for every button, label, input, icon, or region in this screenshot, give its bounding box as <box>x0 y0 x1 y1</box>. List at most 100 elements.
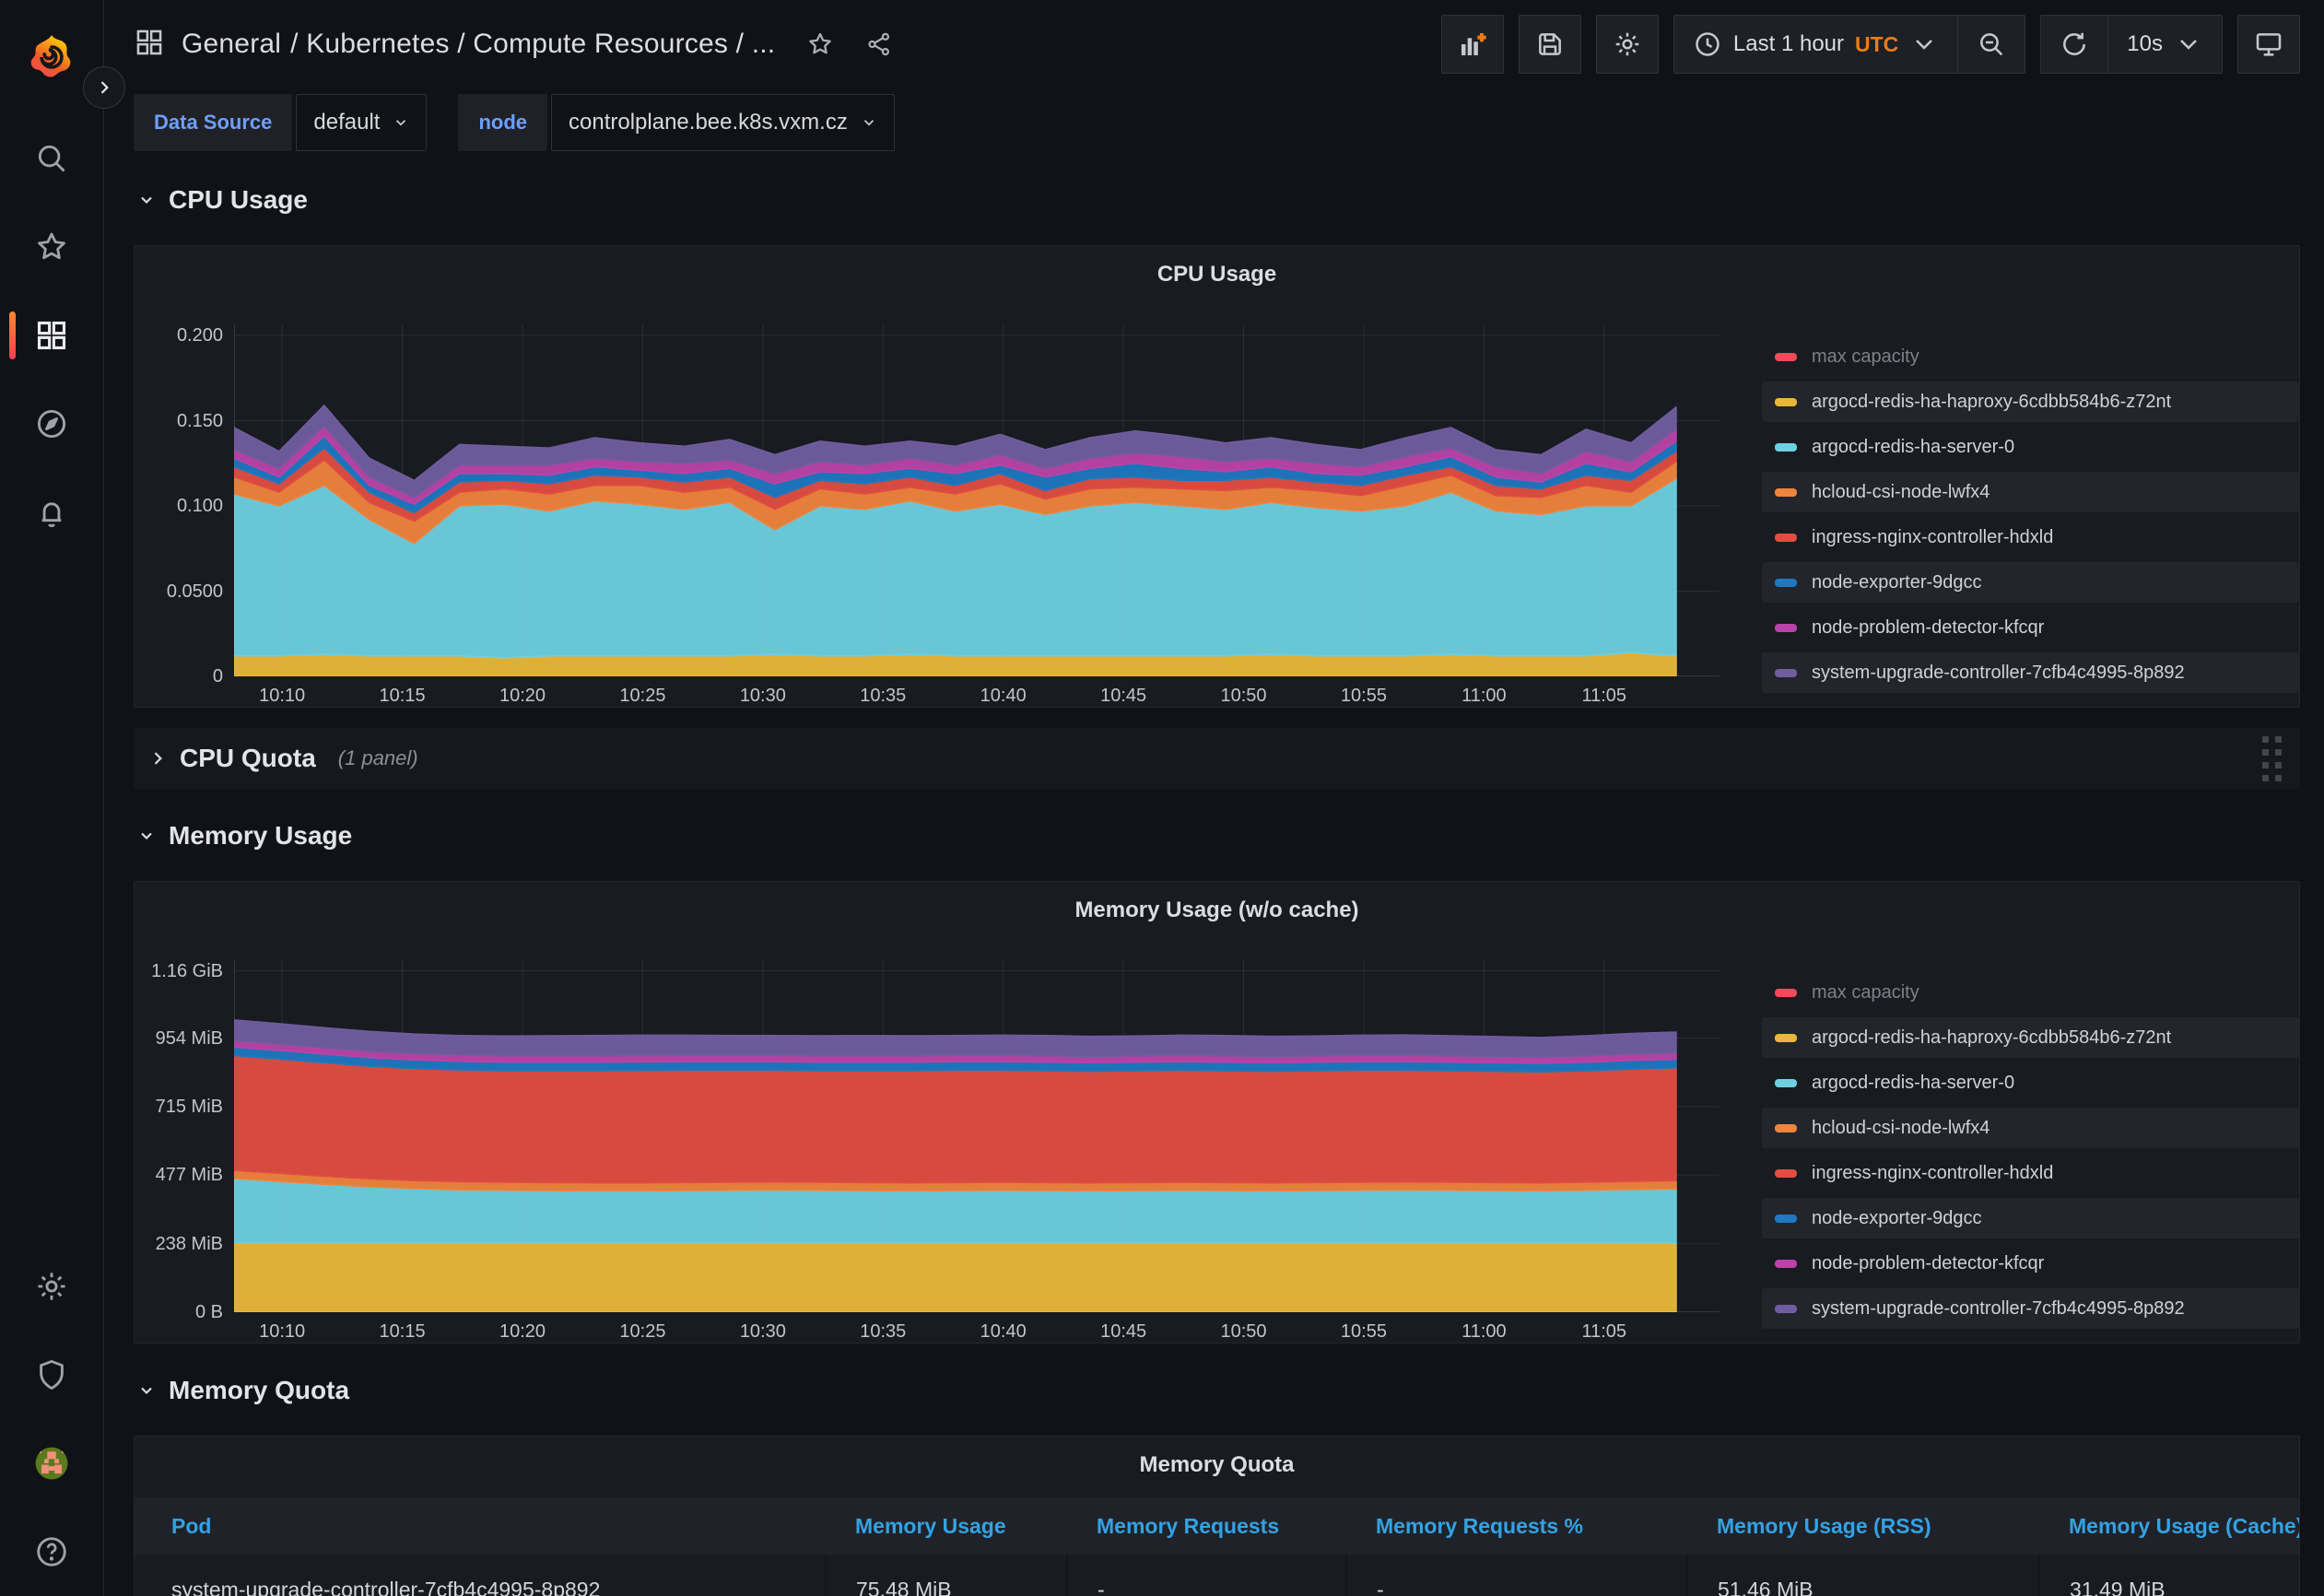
legend-item[interactable]: max capacity <box>1762 336 2299 377</box>
x-axis-tick: 10:10 <box>259 686 305 707</box>
gear-icon[interactable] <box>0 1242 104 1331</box>
legend-swatch-icon <box>1775 1034 1797 1042</box>
legend-swatch-icon <box>1775 1169 1797 1178</box>
avatar[interactable] <box>0 1419 104 1508</box>
y-axis-tick: 0.150 <box>177 410 223 432</box>
favorite-star-icon[interactable] <box>806 30 834 58</box>
y-axis-tick: 0 <box>213 665 223 687</box>
column-header[interactable]: Memory Requests % <box>1346 1497 1687 1555</box>
stacked-area-svg <box>234 324 1720 676</box>
datasource-variable: Data Source default <box>134 94 427 151</box>
dashboard-grid-icon <box>134 27 182 63</box>
stacked-area-plot[interactable] <box>234 960 1720 1312</box>
legend-label: node-problem-detector-kfcqr <box>1812 617 2044 639</box>
legend-item[interactable]: ingress-nginx-controller-hdxld <box>1762 517 2299 557</box>
legend-label: system-upgrade-controller-7cfb4c4995-8p8… <box>1812 663 2185 684</box>
save-dashboard-button[interactable] <box>1519 15 1581 74</box>
datasource-dropdown[interactable]: default <box>296 94 427 151</box>
plot-wrap: 10:1010:1510:2010:2510:3010:3510:4010:45… <box>234 324 1720 715</box>
timezone-label: UTC <box>1855 32 1898 57</box>
section-title: Memory Usage <box>169 821 352 851</box>
stacked-area-plot[interactable] <box>234 324 1720 676</box>
zoom-out-button[interactable] <box>1957 15 2025 74</box>
legend-item[interactable]: hcloud-csi-node-lwfx4 <box>1762 1108 2299 1148</box>
share-icon[interactable] <box>865 30 893 58</box>
column-header[interactable]: Memory Requests <box>1067 1497 1346 1555</box>
cycle-view-mode-button[interactable] <box>2237 15 2300 74</box>
legend-item[interactable]: hcloud-csi-node-lwfx4 <box>1762 472 2299 512</box>
column-header[interactable]: Memory Usage (Cache) <box>2039 1497 2300 1555</box>
plot-wrap: 10:1010:1510:2010:2510:3010:3510:4010:45… <box>234 960 1720 1351</box>
shield-icon[interactable] <box>0 1331 104 1419</box>
legend-item[interactable]: argocd-redis-ha-server-0 <box>1762 427 2299 467</box>
help-icon[interactable] <box>0 1508 104 1596</box>
x-axis-tick: 10:30 <box>740 686 786 707</box>
legend-swatch-icon <box>1775 1215 1797 1223</box>
section-cpu-usage[interactable]: CPU Usage <box>137 179 2300 221</box>
star-icon[interactable] <box>0 203 104 291</box>
section-memory-usage[interactable]: Memory Usage <box>137 815 2300 857</box>
stacked-area-svg <box>234 960 1720 1312</box>
bell-icon[interactable] <box>0 468 104 557</box>
refresh-group: 10s <box>2040 15 2223 74</box>
y-axis-tick: 238 MiB <box>156 1233 223 1255</box>
table-cell: 75.48 MiB <box>826 1555 1067 1596</box>
node-dropdown[interactable]: controlplane.bee.k8s.vxm.cz <box>551 94 895 151</box>
legend-item[interactable]: system-upgrade-controller-7cfb4c4995-8p8… <box>1762 1288 2299 1329</box>
breadcrumb[interactable]: General / Kubernetes / Compute Resources … <box>182 29 775 60</box>
column-header[interactable]: Memory Usage (RSS) <box>1687 1497 2039 1555</box>
table-row: system-upgrade-controller-7cfb4c4995-8p8… <box>135 1555 2300 1596</box>
drag-handle[interactable] <box>2262 736 2282 781</box>
legend-item[interactable]: max capacity <box>1762 972 2299 1013</box>
legend-item[interactable]: node-problem-detector-kfcqr <box>1762 1243 2299 1284</box>
dashboard-settings-button[interactable] <box>1596 15 1659 74</box>
x-axis-tick: 10:55 <box>1341 1321 1387 1343</box>
chevron-down-icon <box>137 191 156 209</box>
refresh-interval-dropdown[interactable]: 10s <box>2107 15 2223 74</box>
breadcrumb-root[interactable]: General <box>182 29 281 59</box>
legend-item[interactable]: argocd-redis-ha-haproxy-6cdbb584b6-z72nt <box>1762 381 2299 422</box>
section-title: CPU Usage <box>169 185 308 215</box>
x-axis-tick: 10:40 <box>980 686 1027 707</box>
sidebar-expand-button[interactable] <box>83 66 125 109</box>
y-axis-tick: 0.200 <box>177 324 223 346</box>
legend-item[interactable]: node-exporter-9dgcc <box>1762 1198 2299 1238</box>
dashboards-icon[interactable] <box>0 291 104 380</box>
add-panel-button[interactable] <box>1441 15 1504 74</box>
x-axis-tick: 10:45 <box>1100 1321 1146 1343</box>
column-header[interactable]: Pod <box>135 1497 826 1555</box>
legend-label: node-exporter-9dgcc <box>1812 1208 1982 1229</box>
time-range-picker[interactable]: Last 1 hour UTC <box>1673 15 1958 74</box>
legend-label: node-problem-detector-kfcqr <box>1812 1253 2044 1274</box>
legend-item[interactable]: argocd-redis-ha-server-0 <box>1762 1062 2299 1103</box>
panel-title[interactable]: CPU Usage <box>135 261 2299 288</box>
section-memory-quota[interactable]: Memory Quota <box>137 1369 2300 1412</box>
compass-icon[interactable] <box>0 380 104 468</box>
series-system-upgrade-controller-7cfb4c4995-8p892 <box>234 1020 1676 1057</box>
grafana-dashboard: General / Kubernetes / Compute Resources … <box>0 0 2324 1596</box>
search-icon[interactable] <box>0 114 104 203</box>
panel-title[interactable]: Memory Usage (w/o cache) <box>135 897 2299 924</box>
legend-swatch-icon <box>1775 669 1797 677</box>
x-axis-tick: 11:05 <box>1581 1321 1626 1343</box>
section-cpu-quota[interactable]: CPU Quota (1 panel) <box>134 728 2300 789</box>
refresh-button[interactable] <box>2040 15 2108 74</box>
sidebar <box>0 0 104 1596</box>
column-header[interactable]: Memory Usage <box>826 1497 1067 1555</box>
panel-title[interactable]: Memory Quota <box>135 1451 2299 1479</box>
x-axis-tick: 11:00 <box>1461 686 1507 707</box>
refresh-interval-label: 10s <box>2127 31 2163 57</box>
x-axis: 10:1010:1510:2010:2510:3010:3510:4010:45… <box>234 676 1720 715</box>
legend-swatch-icon <box>1775 398 1797 406</box>
legend-item[interactable]: node-problem-detector-kfcqr <box>1762 607 2299 648</box>
breadcrumb-rest[interactable]: / Kubernetes / Compute Resources / ... <box>290 29 775 59</box>
legend-item[interactable]: ingress-nginx-controller-hdxld <box>1762 1153 2299 1193</box>
legend-item[interactable]: argocd-redis-ha-haproxy-6cdbb584b6-z72nt <box>1762 1017 2299 1058</box>
legend-item[interactable]: node-exporter-9dgcc <box>1762 562 2299 603</box>
table-header-row: PodMemory UsageMemory RequestsMemory Req… <box>135 1497 2300 1555</box>
legend-swatch-icon <box>1775 624 1797 632</box>
legend-item[interactable]: system-upgrade-controller-7cfb4c4995-8p8… <box>1762 652 2299 693</box>
datasource-label: Data Source <box>134 94 292 151</box>
active-indicator <box>9 311 16 359</box>
chart-body: 00.05000.1000.1500.200 10:1010:1510:2010… <box>135 324 2299 715</box>
